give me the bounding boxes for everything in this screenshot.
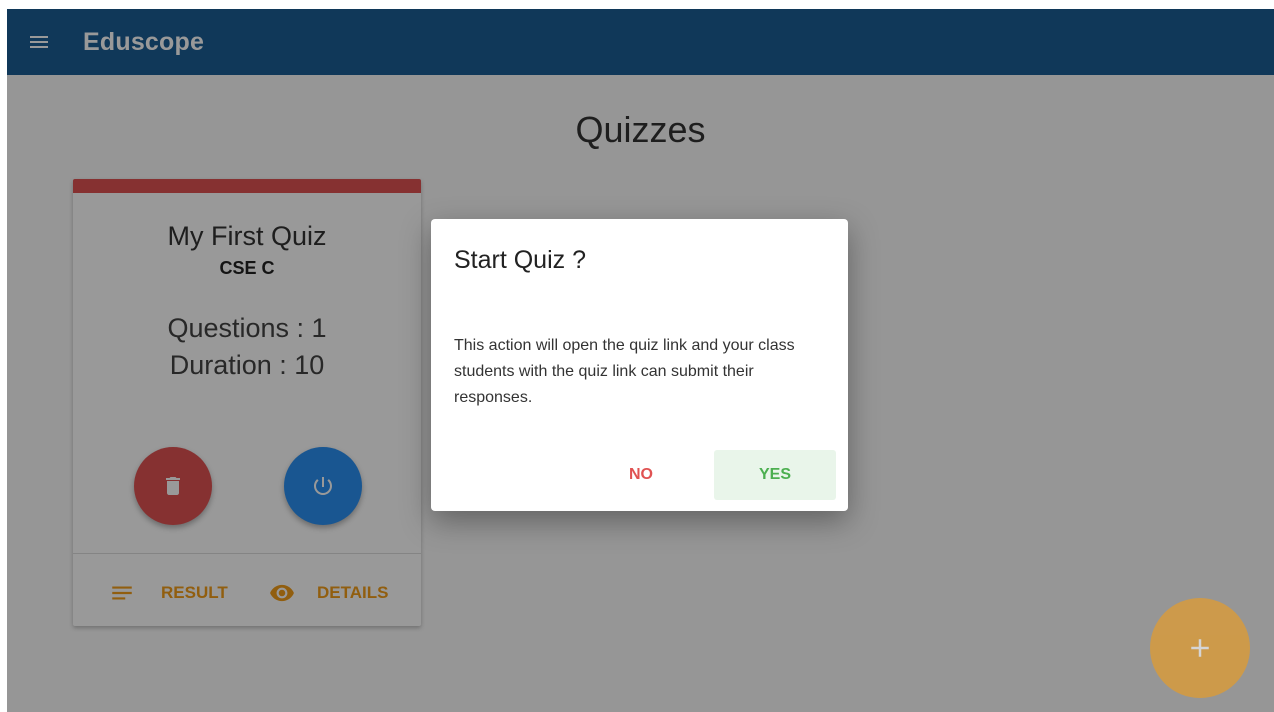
add-quiz-button[interactable] bbox=[1150, 598, 1250, 698]
dialog-actions: NO YES bbox=[431, 450, 848, 500]
dialog-yes-button[interactable]: YES bbox=[714, 450, 836, 500]
dialog-message: This action will open the quiz link and … bbox=[454, 337, 795, 406]
app-root: Eduscope Quizzes My First Quiz CSE C Que… bbox=[7, 9, 1274, 712]
plus-icon bbox=[1191, 639, 1209, 657]
dialog-no-button[interactable]: NO bbox=[591, 450, 691, 500]
start-quiz-dialog: Start Quiz ? This action will open the q… bbox=[431, 219, 848, 511]
dialog-title: Start Quiz ? bbox=[454, 246, 586, 274]
